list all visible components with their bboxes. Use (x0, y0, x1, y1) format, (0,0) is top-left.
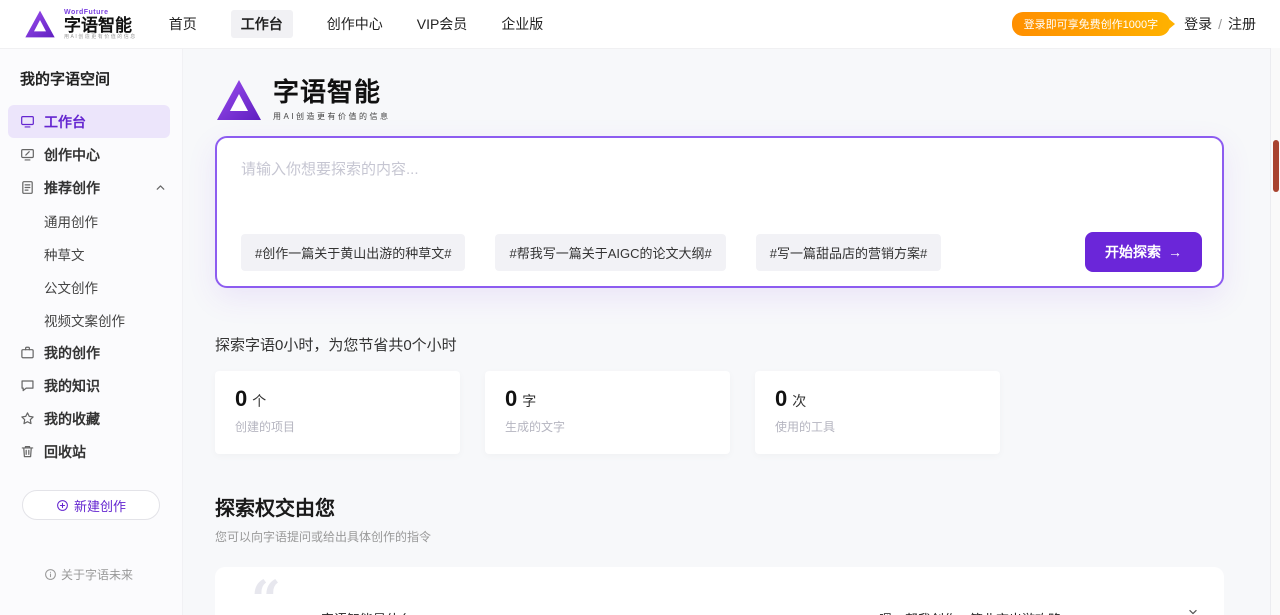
sidebar-item-recycle-bin[interactable]: 回收站 (0, 435, 182, 468)
chat-icon (20, 378, 35, 393)
nav-home[interactable]: 首页 (169, 10, 197, 38)
sidebar-item-my-knowledge[interactable]: 我的知识 (0, 369, 182, 402)
top-nav: 首页 工作台 创作中心 VIP会员 企业版 (169, 10, 544, 38)
sidebar-item-my-works[interactable]: 我的创作 (0, 336, 182, 369)
chevron-up-icon[interactable] (153, 180, 168, 195)
sidebar-subitem-official[interactable]: 公文创作 (0, 270, 182, 303)
usage-summary: 探索字语0小时，为您节省共0个小时 (215, 334, 1224, 355)
stat-unit: 字 (522, 391, 536, 411)
nav-enterprise[interactable]: 企业版 (501, 10, 543, 38)
nav-workbench[interactable]: 工作台 (231, 10, 293, 38)
app-logo[interactable]: WordFuture 字语智能 用AI创造更有价值的信息 (24, 9, 137, 40)
search-card: #创作一篇关于黄山出游的种草文# #帮我写一篇关于AIGC的论文大纲# #写一篇… (215, 136, 1224, 288)
example-answer: 嗯，帮我创作一篇北京出游攻略 (879, 609, 1061, 615)
hero-brand-title: 字语智能 (273, 78, 391, 107)
sidebar-subitem-seeding[interactable]: 种草文 (0, 237, 182, 270)
trash-icon (20, 444, 35, 459)
hero-text: 字语智能 用AI创造更有价值的信息 (273, 78, 391, 122)
promo-button[interactable]: 登录即可享免费创作1000字 (1012, 12, 1170, 36)
start-explore-button[interactable]: 开始探索 → (1085, 232, 1202, 272)
hero-header: 字语智能 用AI创造更有价值的信息 (215, 78, 1224, 122)
scrollbar-thumb[interactable] (1273, 140, 1279, 192)
sidebar-subitem-video-copy[interactable]: 视频文案创作 (0, 303, 182, 336)
sidebar-item-workbench[interactable]: 工作台 (8, 105, 170, 138)
about-label: 关于字语未来 (61, 566, 133, 583)
new-creation-label: 新建创作 (74, 496, 126, 515)
suggestion-chips: #创作一篇关于黄山出游的种草文# #帮我写一篇关于AIGC的论文大纲# #写一篇… (241, 232, 1202, 272)
stat-card-projects: 0 个 创建的项目 (215, 371, 460, 454)
sidebar-item-creation-center[interactable]: 创作中心 (0, 138, 182, 171)
suggestion-chip[interactable]: #写一篇甜品店的营销方案# (756, 234, 941, 271)
stat-value: 0 (775, 386, 787, 412)
sidebar-item-label: 我的知识 (44, 376, 100, 396)
hero-logo-icon (215, 78, 263, 122)
briefcase-icon (20, 345, 35, 360)
monitor-icon (20, 114, 35, 129)
sidebar-item-label: 推荐创作 (44, 178, 100, 198)
monitor-edit-icon (20, 147, 35, 162)
example-question: 字语智能是什么? (321, 609, 419, 615)
sidebar-title: 我的字语空间 (0, 66, 182, 105)
stat-value: 0 (505, 386, 517, 412)
login-link[interactable]: 登录 (1184, 14, 1212, 34)
suggestion-chip[interactable]: #帮我写一篇关于AIGC的论文大纲# (495, 234, 725, 271)
star-icon (20, 411, 35, 426)
logo-icon (24, 9, 56, 39)
stat-cards: 0 个 创建的项目 0 字 生成的文字 0 次 使用的工具 (215, 371, 1224, 454)
logo-subtitle: WordFuture (64, 9, 137, 16)
about-link[interactable]: 关于字语未来 (44, 566, 133, 583)
sidebar-subitem-general[interactable]: 通用创作 (0, 204, 182, 237)
new-creation-button[interactable]: 新建创作 (22, 490, 160, 520)
sidebar-item-favorites[interactable]: 我的收藏 (0, 402, 182, 435)
sidebar-item-recommended[interactable]: 推荐创作 (0, 171, 182, 204)
sidebar-item-label: 我的收藏 (44, 409, 100, 429)
nav-vip[interactable]: VIP会员 (417, 10, 468, 38)
logo-title: 字语智能 (64, 17, 137, 34)
auth-links: 登录 / 注册 (1184, 14, 1256, 34)
plus-circle-icon (56, 499, 69, 512)
main-content: 字语智能 用AI创造更有价值的信息 #创作一篇关于黄山出游的种草文# #帮我写一… (183, 48, 1280, 615)
app-shell: 我的字语空间 工作台 创作中心 推荐创作 通用创作 种草文 公文创作 视频文案创… (0, 48, 1280, 615)
sidebar-item-label: 工作台 (44, 112, 86, 132)
stat-card-words: 0 字 生成的文字 (485, 371, 730, 454)
logo-tagline: 用AI创造更有价值的信息 (64, 35, 137, 40)
register-link[interactable]: 注册 (1228, 14, 1256, 34)
example-qa-card: “ 字语智能是什么? 嗯，帮我创作一篇北京出游攻略 (215, 567, 1224, 615)
scrollbar-track (1270, 48, 1280, 615)
top-navbar: WordFuture 字语智能 用AI创造更有价值的信息 首页 工作台 创作中心… (0, 0, 1280, 48)
chevron-down-icon[interactable] (1186, 605, 1200, 615)
sidebar-item-label: 回收站 (44, 442, 86, 462)
stat-card-tools: 0 次 使用的工具 (755, 371, 1000, 454)
info-circle-icon (44, 568, 57, 581)
document-icon (20, 180, 35, 195)
sidebar: 我的字语空间 工作台 创作中心 推荐创作 通用创作 种草文 公文创作 视频文案创… (0, 48, 183, 615)
stat-label: 创建的项目 (235, 418, 440, 435)
sidebar-item-label: 创作中心 (44, 145, 100, 165)
suggestion-chip[interactable]: #创作一篇关于黄山出游的种草文# (241, 234, 465, 271)
explore-section-subtitle: 您可以向字语提问或给出具体创作的指令 (215, 528, 1224, 545)
sidebar-item-label: 我的创作 (44, 343, 100, 363)
quote-icon: “ (251, 575, 281, 615)
arrow-right-icon: → (1168, 244, 1182, 260)
auth-separator: / (1218, 16, 1222, 32)
stat-unit: 个 (252, 391, 266, 411)
hero-tagline: 用AI创造更有价值的信息 (273, 111, 391, 122)
search-input[interactable] (217, 138, 1222, 216)
start-explore-label: 开始探索 (1105, 242, 1161, 262)
stat-unit: 次 (792, 391, 806, 411)
stat-label: 生成的文字 (505, 418, 710, 435)
topbar-right: 登录即可享免费创作1000字 登录 / 注册 (1012, 12, 1256, 36)
nav-creation-center[interactable]: 创作中心 (327, 10, 383, 38)
explore-section-title: 探索权交由您 (215, 492, 1224, 521)
stat-label: 使用的工具 (775, 418, 980, 435)
stat-value: 0 (235, 386, 247, 412)
